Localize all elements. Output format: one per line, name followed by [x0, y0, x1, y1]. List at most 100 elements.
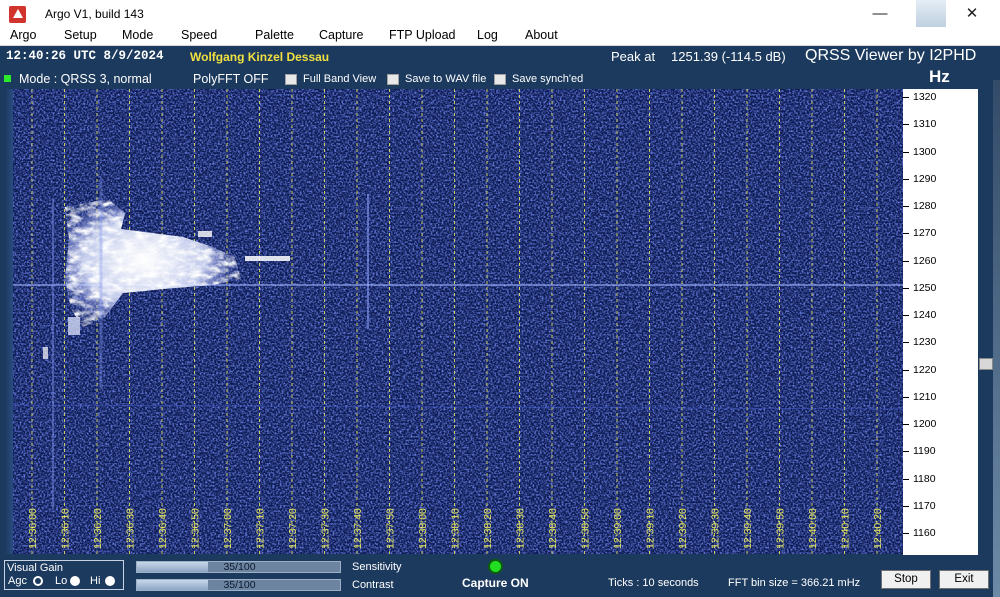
time-label: 12:37:50 — [385, 508, 397, 549]
window-title: Argo V1, build 143 — [45, 7, 144, 21]
lo-label: Lo — [55, 575, 68, 587]
full-band-view-label: Full Band View — [303, 73, 377, 85]
save-wav-label: Save to WAV file — [405, 73, 487, 85]
freq-label: 1230 — [913, 336, 937, 349]
freq-label: 1220 — [913, 363, 937, 376]
waterfall-display[interactable]: 12:36:00 12:36:10 12:36:20 12:36:30 12:36:40… — [13, 89, 903, 554]
minimize-icon[interactable]: — — [857, 0, 903, 27]
freq-label: 1310 — [913, 118, 937, 131]
time-label: 12:37:20 — [287, 508, 299, 549]
time-label: 12:40:10 — [840, 508, 852, 549]
freq-label: 1300 — [913, 145, 937, 158]
freq-label: 1180 — [913, 472, 936, 485]
menu-speed[interactable]: Speed — [181, 28, 217, 42]
save-synched-checkbox[interactable] — [494, 74, 506, 85]
menu-mode[interactable]: Mode — [122, 28, 153, 42]
time-label: 12:39:50 — [775, 508, 787, 549]
hi-label: Hi — [90, 575, 101, 587]
capture-status: Capture ON — [462, 576, 529, 590]
contrast-slider[interactable]: 35/100 — [136, 579, 341, 591]
background-thumbnail — [916, 0, 946, 27]
time-label: 12:37:30 — [320, 508, 332, 549]
freq-label: 1240 — [913, 309, 937, 321]
freq-tick — [903, 533, 909, 534]
agc-radio[interactable] — [33, 576, 43, 586]
app-icon[interactable] — [9, 6, 26, 23]
time-label: 12:36:50 — [190, 508, 202, 549]
freq-tick — [903, 206, 909, 207]
mode-text: Mode : QRSS 3, normal — [19, 72, 152, 86]
menu-argo[interactable]: Argo — [10, 28, 36, 42]
close-icon[interactable]: ✕ — [949, 0, 995, 27]
freq-label: 1250 — [913, 281, 937, 294]
time-label: 12:36:40 — [157, 508, 169, 549]
sensitivity-value: 35/100 — [223, 561, 256, 573]
freq-tick — [903, 315, 909, 316]
freq-tick — [903, 342, 909, 344]
fft-bin-info: FFT bin size = 366.21 mHz — [728, 577, 861, 589]
time-label: 12:36:00 — [27, 508, 39, 549]
hi-radio[interactable] — [105, 576, 115, 586]
lo-radio[interactable] — [70, 576, 80, 586]
waterfall-canvas: 12:36:00 12:36:10 12:36:20 12:36:30 12:36:40… — [13, 89, 903, 554]
menu-palette[interactable]: Palette — [255, 28, 294, 42]
menu-setup[interactable]: Setup — [64, 28, 97, 42]
peak-label: Peak at — [611, 49, 656, 64]
stop-button[interactable]: Stop — [881, 570, 931, 589]
visual-gain-title: Visual Gain — [7, 562, 64, 574]
freq-label: 1210 — [913, 390, 937, 403]
time-label: 12:38:10 — [450, 508, 462, 549]
contrast-value: 35/100 — [223, 579, 256, 591]
time-label: 12:37:10 — [255, 508, 267, 549]
freq-tick — [903, 505, 909, 507]
menu-ftp-upload[interactable]: FTP Upload — [389, 28, 455, 42]
time-label: 12:39:10 — [645, 508, 657, 549]
contrast-label: Contrast — [352, 579, 394, 591]
freq-label: 1280 — [913, 200, 937, 212]
menu-bar: Argo Setup Mode Speed Palette Capture FT… — [0, 27, 1000, 46]
sensitivity-slider[interactable]: 35/100 — [136, 561, 341, 573]
freq-tick — [903, 178, 909, 180]
unit-label: Hz — [929, 67, 950, 86]
freq-tick — [903, 287, 909, 289]
window-edge — [993, 80, 1000, 597]
time-label: 12:39:00 — [612, 508, 624, 549]
freq-label: 1200 — [913, 418, 937, 430]
time-label: 12:40:20 — [872, 508, 884, 549]
sensitivity-label: Sensitivity — [352, 561, 402, 573]
freq-label: 1270 — [913, 227, 937, 240]
menu-about[interactable]: About — [525, 28, 558, 42]
time-label: 12:39:20 — [677, 508, 689, 549]
time-label: 12:38:40 — [547, 508, 559, 549]
time-label: 12:40:00 — [807, 508, 819, 549]
noise-layer — [13, 89, 903, 554]
capture-led-icon — [488, 559, 503, 574]
time-label: 12:38:30 — [515, 508, 527, 549]
argo-window: Argo V1, build 143 — ✕ Argo Setup Mode S… — [0, 0, 1000, 597]
time-label: 12:38:50 — [580, 508, 592, 549]
save-synched-label: Save synch'ed — [512, 73, 584, 85]
freq-tick — [903, 424, 909, 425]
time-label: 12:36:30 — [125, 508, 137, 549]
freq-label: 1170 — [913, 499, 936, 512]
save-wav-checkbox[interactable] — [387, 74, 399, 85]
polyfft-status[interactable]: PolyFFT OFF — [193, 72, 268, 86]
freq-label: 1190 — [913, 445, 936, 458]
freq-label: 1320 — [913, 91, 937, 103]
freq-tick — [903, 151, 909, 153]
viewer-title: QRSS Viewer by I2PHD — [805, 47, 977, 64]
agc-label: Agc — [8, 575, 27, 587]
frequency-scrollbar[interactable] — [979, 89, 993, 555]
freq-tick — [903, 97, 909, 98]
freq-tick — [903, 124, 909, 126]
status-led-icon — [4, 75, 11, 82]
exit-button[interactable]: Exit — [939, 570, 989, 589]
station-name: Wolfgang Kinzel Dessau — [190, 50, 330, 64]
full-band-view-checkbox[interactable] — [285, 74, 297, 85]
freq-tick — [903, 478, 909, 480]
peak-value: 1251.39 (-114.5 dB) — [671, 49, 786, 64]
menu-log[interactable]: Log — [477, 28, 498, 42]
menu-capture[interactable]: Capture — [319, 28, 363, 42]
frequency-scroll-thumb[interactable] — [979, 358, 993, 370]
freq-tick — [903, 396, 909, 398]
